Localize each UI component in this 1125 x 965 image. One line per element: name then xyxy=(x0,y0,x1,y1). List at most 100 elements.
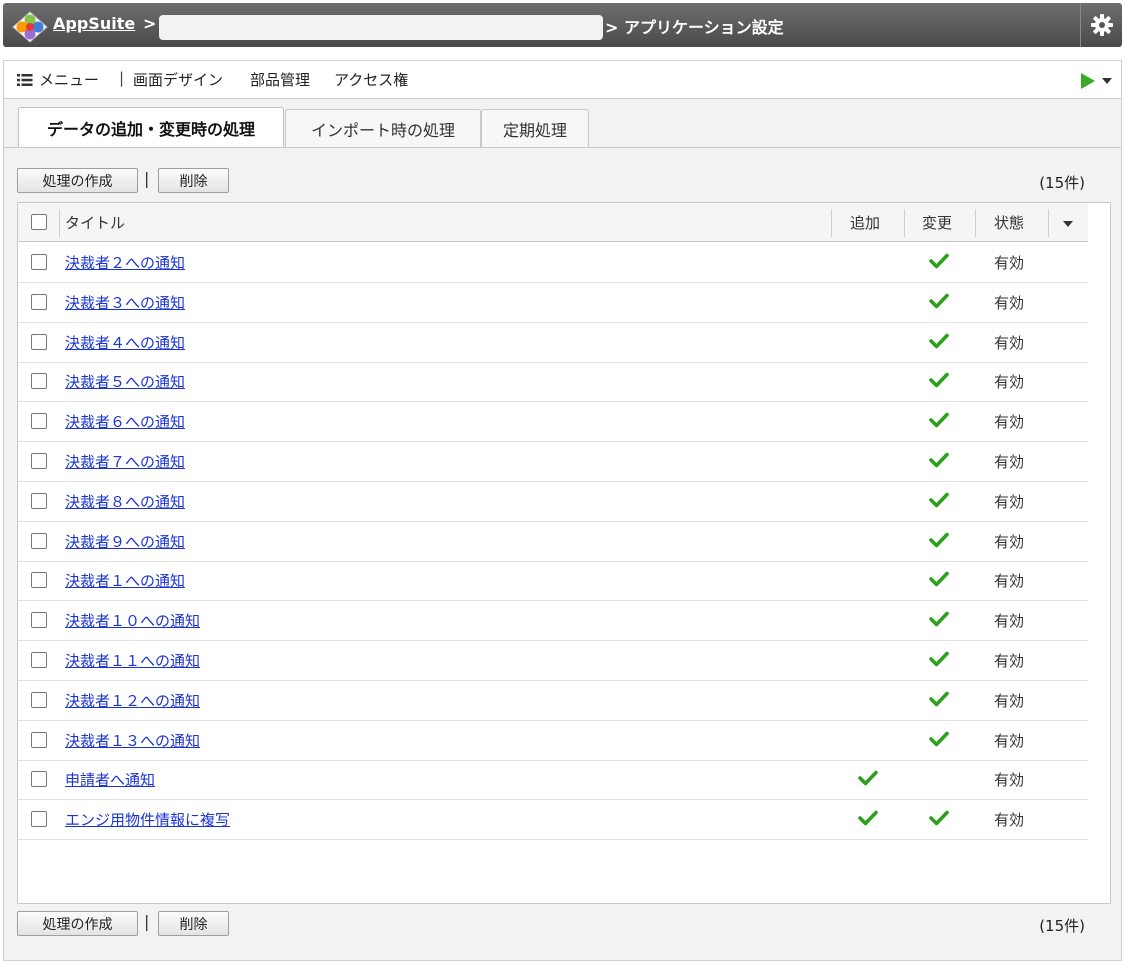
column-header-title[interactable]: タイトル xyxy=(65,212,125,233)
row-title-link[interactable]: 決裁者１３への通知 xyxy=(65,730,200,751)
row-title-link[interactable]: 決裁者５への通知 xyxy=(65,371,185,392)
row-checkbox[interactable] xyxy=(31,333,47,350)
process-table: タイトル 追加 変更 状態 決裁者２への通知 有効 決裁者３への通知 有効 決裁者４への… xyxy=(17,202,1111,904)
row-title-link[interactable]: 決裁者１への通知 xyxy=(65,570,185,591)
delete-button-bottom[interactable]: 削除 xyxy=(158,911,229,936)
table-row: エンジ用物件情報に複写 有効 xyxy=(18,800,1088,841)
row-status: 有効 xyxy=(994,731,1025,750)
menu-item-access-rights[interactable]: アクセス権 xyxy=(334,69,408,90)
app-suite-link[interactable]: AppSuite xyxy=(53,14,135,33)
row-status: 有効 xyxy=(994,612,1025,631)
play-icon[interactable] xyxy=(1081,73,1095,89)
breadcrumb-app-name[interactable] xyxy=(159,15,603,40)
menu-item-parts-management[interactable]: 部品管理 xyxy=(250,69,310,90)
delete-button[interactable]: 削除 xyxy=(158,168,229,193)
row-checkbox[interactable] xyxy=(31,771,47,788)
add-check-icon xyxy=(858,809,878,827)
menu-bar: メニュー | 画面デザイン 部品管理 アクセス権 xyxy=(3,60,1122,99)
row-status: 有効 xyxy=(994,532,1025,551)
menu-item-menu[interactable]: メニュー xyxy=(39,69,99,90)
row-title-link[interactable]: 決裁者１２への通知 xyxy=(65,690,200,711)
change-check-icon xyxy=(929,252,949,270)
menu-item-screen-design[interactable]: 画面デザイン xyxy=(133,69,223,90)
change-check-icon xyxy=(929,570,949,588)
column-header-status[interactable]: 状態 xyxy=(994,212,1024,233)
row-title-link[interactable]: エンジ用物件情報に複写 xyxy=(65,809,230,830)
settings-button[interactable] xyxy=(1080,3,1122,47)
row-status: 有効 xyxy=(994,771,1025,790)
row-status: 有効 xyxy=(994,373,1025,392)
breadcrumb-separator: > xyxy=(143,14,157,33)
caret-down-icon[interactable] xyxy=(1102,78,1112,84)
add-check-icon xyxy=(858,769,878,787)
record-count: (15件) xyxy=(1039,174,1085,192)
change-check-icon xyxy=(929,809,949,827)
select-all-checkbox[interactable] xyxy=(31,214,47,230)
change-check-icon xyxy=(929,531,949,549)
change-check-icon xyxy=(929,371,949,389)
row-checkbox[interactable] xyxy=(31,612,47,629)
change-check-icon xyxy=(929,610,949,628)
row-checkbox[interactable] xyxy=(31,254,47,270)
row-title-link[interactable]: 決裁者６への通知 xyxy=(65,411,185,432)
column-divider xyxy=(1048,209,1049,237)
row-checkbox[interactable] xyxy=(31,652,47,668)
column-divider xyxy=(904,209,905,237)
app-logo-icon[interactable] xyxy=(11,10,49,44)
row-title-link[interactable]: 決裁者１１への通知 xyxy=(65,650,200,671)
row-status: 有効 xyxy=(994,413,1025,432)
row-status: 有効 xyxy=(994,293,1025,312)
table-row: 決裁者８への通知 有効 xyxy=(18,482,1088,522)
content-panel: データの追加・変更時の処理 インポート時の処理 定期処理 処理の作成 | 削除 … xyxy=(3,99,1122,961)
row-status: 有効 xyxy=(994,492,1025,511)
tab-scheduled-processing[interactable]: 定期処理 xyxy=(481,109,589,147)
create-process-button[interactable]: 処理の作成 xyxy=(17,168,138,193)
table-row: 決裁者１１への通知 有効 xyxy=(18,641,1088,681)
row-title-link[interactable]: 決裁者４への通知 xyxy=(65,332,185,353)
row-status: 有効 xyxy=(994,254,1025,272)
create-process-button-bottom[interactable]: 処理の作成 xyxy=(17,911,138,936)
change-check-icon xyxy=(929,491,949,509)
toolbar-divider: | xyxy=(144,912,150,931)
row-checkbox[interactable] xyxy=(31,532,47,549)
row-title-link[interactable]: 決裁者１０への通知 xyxy=(65,610,200,631)
change-check-icon xyxy=(929,332,949,350)
table-row: 決裁者７への通知 有効 xyxy=(18,442,1088,482)
column-divider xyxy=(831,209,832,237)
tab-import-processing[interactable]: インポート時の処理 xyxy=(285,109,481,147)
row-checkbox[interactable] xyxy=(31,492,47,509)
row-checkbox[interactable] xyxy=(31,811,47,828)
row-status: 有効 xyxy=(994,811,1025,830)
tab-divider xyxy=(4,147,1121,148)
row-title-link[interactable]: 決裁者９への通知 xyxy=(65,531,185,552)
row-status: 有効 xyxy=(994,333,1025,352)
row-title-link[interactable]: 決裁者７への通知 xyxy=(65,451,185,472)
row-checkbox[interactable] xyxy=(31,731,47,748)
column-header-add[interactable]: 追加 xyxy=(850,212,880,233)
row-title-link[interactable]: 決裁者２への通知 xyxy=(65,252,185,273)
row-status: 有効 xyxy=(994,453,1025,471)
table-row: 決裁者１２への通知 有効 xyxy=(18,681,1088,721)
row-checkbox[interactable] xyxy=(31,453,47,469)
row-checkbox[interactable] xyxy=(31,572,47,589)
row-checkbox[interactable] xyxy=(31,691,47,708)
table-row: 決裁者６への通知 有効 xyxy=(18,402,1088,443)
table-row: 申請者へ通知 有効 xyxy=(18,760,1088,801)
column-divider xyxy=(59,209,60,237)
column-header-change[interactable]: 変更 xyxy=(922,212,952,233)
change-check-icon xyxy=(929,451,949,469)
tab-add-change-processing[interactable]: データの追加・変更時の処理 xyxy=(18,107,284,147)
row-title-link[interactable]: 申請者へ通知 xyxy=(65,769,155,790)
table-row: 決裁者１への通知 有効 xyxy=(18,561,1088,602)
page-title: > アプリケーション設定 xyxy=(605,18,784,37)
row-checkbox[interactable] xyxy=(31,293,47,310)
row-checkbox[interactable] xyxy=(31,413,47,430)
column-menu-caret-icon[interactable] xyxy=(1063,221,1073,227)
row-title-link[interactable]: 決裁者８への通知 xyxy=(65,491,185,512)
table-row: 決裁者２への通知 有効 xyxy=(18,243,1088,283)
row-checkbox[interactable] xyxy=(31,373,47,390)
table-row: 決裁者５への通知 有効 xyxy=(18,362,1088,403)
table-row: 決裁者３への通知 有効 xyxy=(18,283,1088,323)
row-title-link[interactable]: 決裁者３への通知 xyxy=(65,292,185,313)
change-check-icon xyxy=(929,690,949,708)
